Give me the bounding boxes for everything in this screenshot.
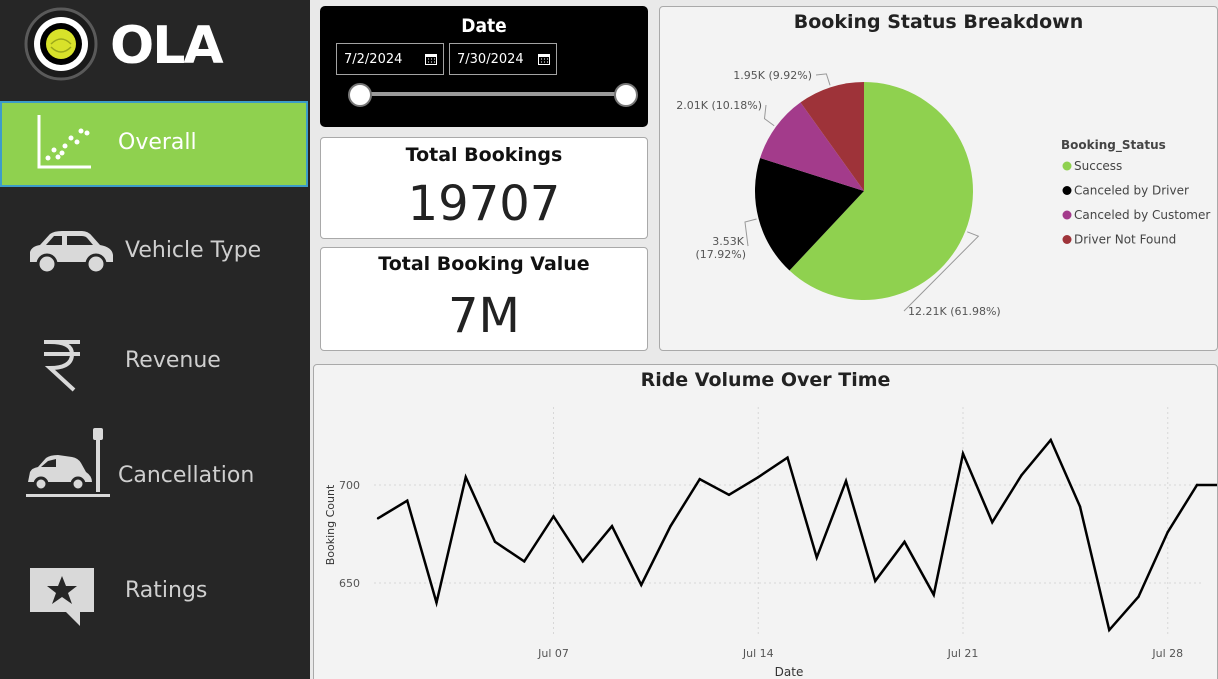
ride-volume-line-chart: 650 700 Jul 07 Jul 14 Jul 21 Jul 28 Date Bookin… xyxy=(324,407,1217,679)
data-point xyxy=(1166,530,1169,534)
legend-title: Booking_Status xyxy=(1061,138,1166,153)
date-filter-card: Date 7/2/2024 7/30/2024 xyxy=(320,6,648,127)
data-point xyxy=(874,579,877,583)
data-point xyxy=(844,479,848,483)
sidebar-item-cancellation[interactable]: Cancellation xyxy=(0,428,308,516)
legend-entry: Driver Not Found xyxy=(1074,233,1176,247)
calendar-icon[interactable] xyxy=(425,53,437,69)
car-icon xyxy=(26,228,116,276)
sidebar-item-label: Ratings xyxy=(125,578,208,603)
data-point xyxy=(932,593,935,596)
y-tick-label: 650 xyxy=(339,577,360,590)
data-point xyxy=(669,524,672,528)
legend-marker xyxy=(1062,210,1072,220)
total-bookings-card: Total Bookings 19707 xyxy=(320,137,648,239)
pie-data-label: 2.01K (10.18%) xyxy=(676,99,762,112)
data-point xyxy=(376,517,380,520)
date-range-end-handle[interactable] xyxy=(614,83,638,107)
sidebar-item-revenue[interactable]: Revenue xyxy=(0,318,308,404)
data-point xyxy=(406,499,409,502)
sidebar-item-label: Cancellation xyxy=(118,463,255,488)
car-crash-icon xyxy=(26,426,114,500)
x-axis-label: Date xyxy=(775,665,804,679)
sidebar-item-ratings[interactable]: Ratings xyxy=(0,548,308,634)
end-date-value: 7/30/2024 xyxy=(457,51,524,67)
end-date-input[interactable]: 7/30/2024 xyxy=(449,43,557,75)
y-axis-label: Booking Count xyxy=(324,484,337,565)
data-point xyxy=(610,524,614,528)
data-point xyxy=(523,560,526,563)
pie-leader-line xyxy=(763,104,775,127)
data-point xyxy=(1195,483,1199,487)
data-point xyxy=(815,556,818,559)
data-point xyxy=(552,515,555,518)
date-filter-title: Date xyxy=(461,15,507,37)
booking-status-pie-chart: 12.21K (61.98%) 3.53K (17.92%) 2.01K (10.18… xyxy=(676,69,1210,318)
date-range-slider-track[interactable] xyxy=(359,92,627,96)
data-point xyxy=(961,452,965,455)
star-comment-icon xyxy=(28,566,96,628)
pie-leader-line xyxy=(815,73,831,86)
data-point xyxy=(1108,628,1111,632)
booking-status-chart-card: Booking Status Breakdown 12.21K (61.98%)… xyxy=(659,6,1218,351)
kpi-title: Total Bookings xyxy=(405,144,563,166)
ola-logo-icon xyxy=(24,7,98,81)
data-point xyxy=(464,475,467,479)
sidebar-item-label: Vehicle Type xyxy=(125,238,262,263)
data-point xyxy=(786,456,789,459)
pie-leader-line xyxy=(744,218,757,247)
data-point xyxy=(581,560,584,563)
pie-data-label: 1.95K (9.92%) xyxy=(733,69,812,82)
data-point xyxy=(1078,505,1082,508)
start-date-value: 7/2/2024 xyxy=(344,51,403,67)
pie-legend: Booking_Status Success Canceled by Driver C… xyxy=(1061,138,1210,247)
data-point xyxy=(698,477,701,481)
x-tick-label: Jul 07 xyxy=(537,647,569,660)
pie-data-label: 3.53K (17.92%) xyxy=(695,235,746,261)
data-point xyxy=(1049,438,1052,442)
legend-entry: Canceled by Driver xyxy=(1074,184,1189,198)
legend-entry: Canceled by Customer xyxy=(1074,208,1210,222)
sidebar-item-label: Revenue xyxy=(125,348,221,373)
x-tick-label: Jul 28 xyxy=(1151,647,1183,660)
y-tick-label: 700 xyxy=(339,479,360,492)
data-point xyxy=(903,540,906,544)
date-range-start-handle[interactable] xyxy=(348,83,372,107)
kpi-title: Total Booking Value xyxy=(378,253,590,275)
data-point xyxy=(640,583,643,587)
calendar-icon[interactable] xyxy=(538,53,550,69)
sidebar-item-vehicle-type[interactable]: Vehicle Type xyxy=(0,208,308,294)
scatter-chart-icon xyxy=(35,113,93,171)
data-point xyxy=(727,493,731,496)
ola-logo: OLA xyxy=(24,6,274,82)
data-point xyxy=(493,540,497,544)
brand-name: OLA xyxy=(110,16,224,76)
data-point xyxy=(1137,595,1140,598)
legend-marker xyxy=(1062,235,1072,244)
x-tick-label: Jul 21 xyxy=(947,647,979,660)
data-point xyxy=(435,601,438,604)
data-point xyxy=(757,475,760,479)
data-point xyxy=(1020,474,1023,477)
ride-volume-series-line xyxy=(377,437,1217,633)
kpi-value: 19707 xyxy=(407,176,561,232)
kpi-value: 7M xyxy=(448,288,520,344)
ride-volume-chart-card: Ride Volume Over Time 650 700 Jul 07 Jul 14… xyxy=(313,364,1218,679)
x-tick-label: Jul 14 xyxy=(742,647,774,660)
sidebar-item-overall[interactable]: Overall xyxy=(0,101,308,187)
pie-data-label: 12.21K (61.98%) xyxy=(908,305,1001,318)
legend-marker xyxy=(1062,186,1072,195)
legend-entry: Success xyxy=(1074,159,1122,173)
rupee-icon xyxy=(40,336,84,392)
data-point xyxy=(991,521,994,524)
start-date-input[interactable]: 7/2/2024 xyxy=(336,43,444,75)
sidebar-item-label: Overall xyxy=(118,130,197,155)
total-booking-value-card: Total Booking Value 7M xyxy=(320,247,648,351)
sidebar: OLA Overall Vehicle Type Revenue Cancell… xyxy=(0,0,310,679)
legend-marker xyxy=(1062,161,1072,171)
